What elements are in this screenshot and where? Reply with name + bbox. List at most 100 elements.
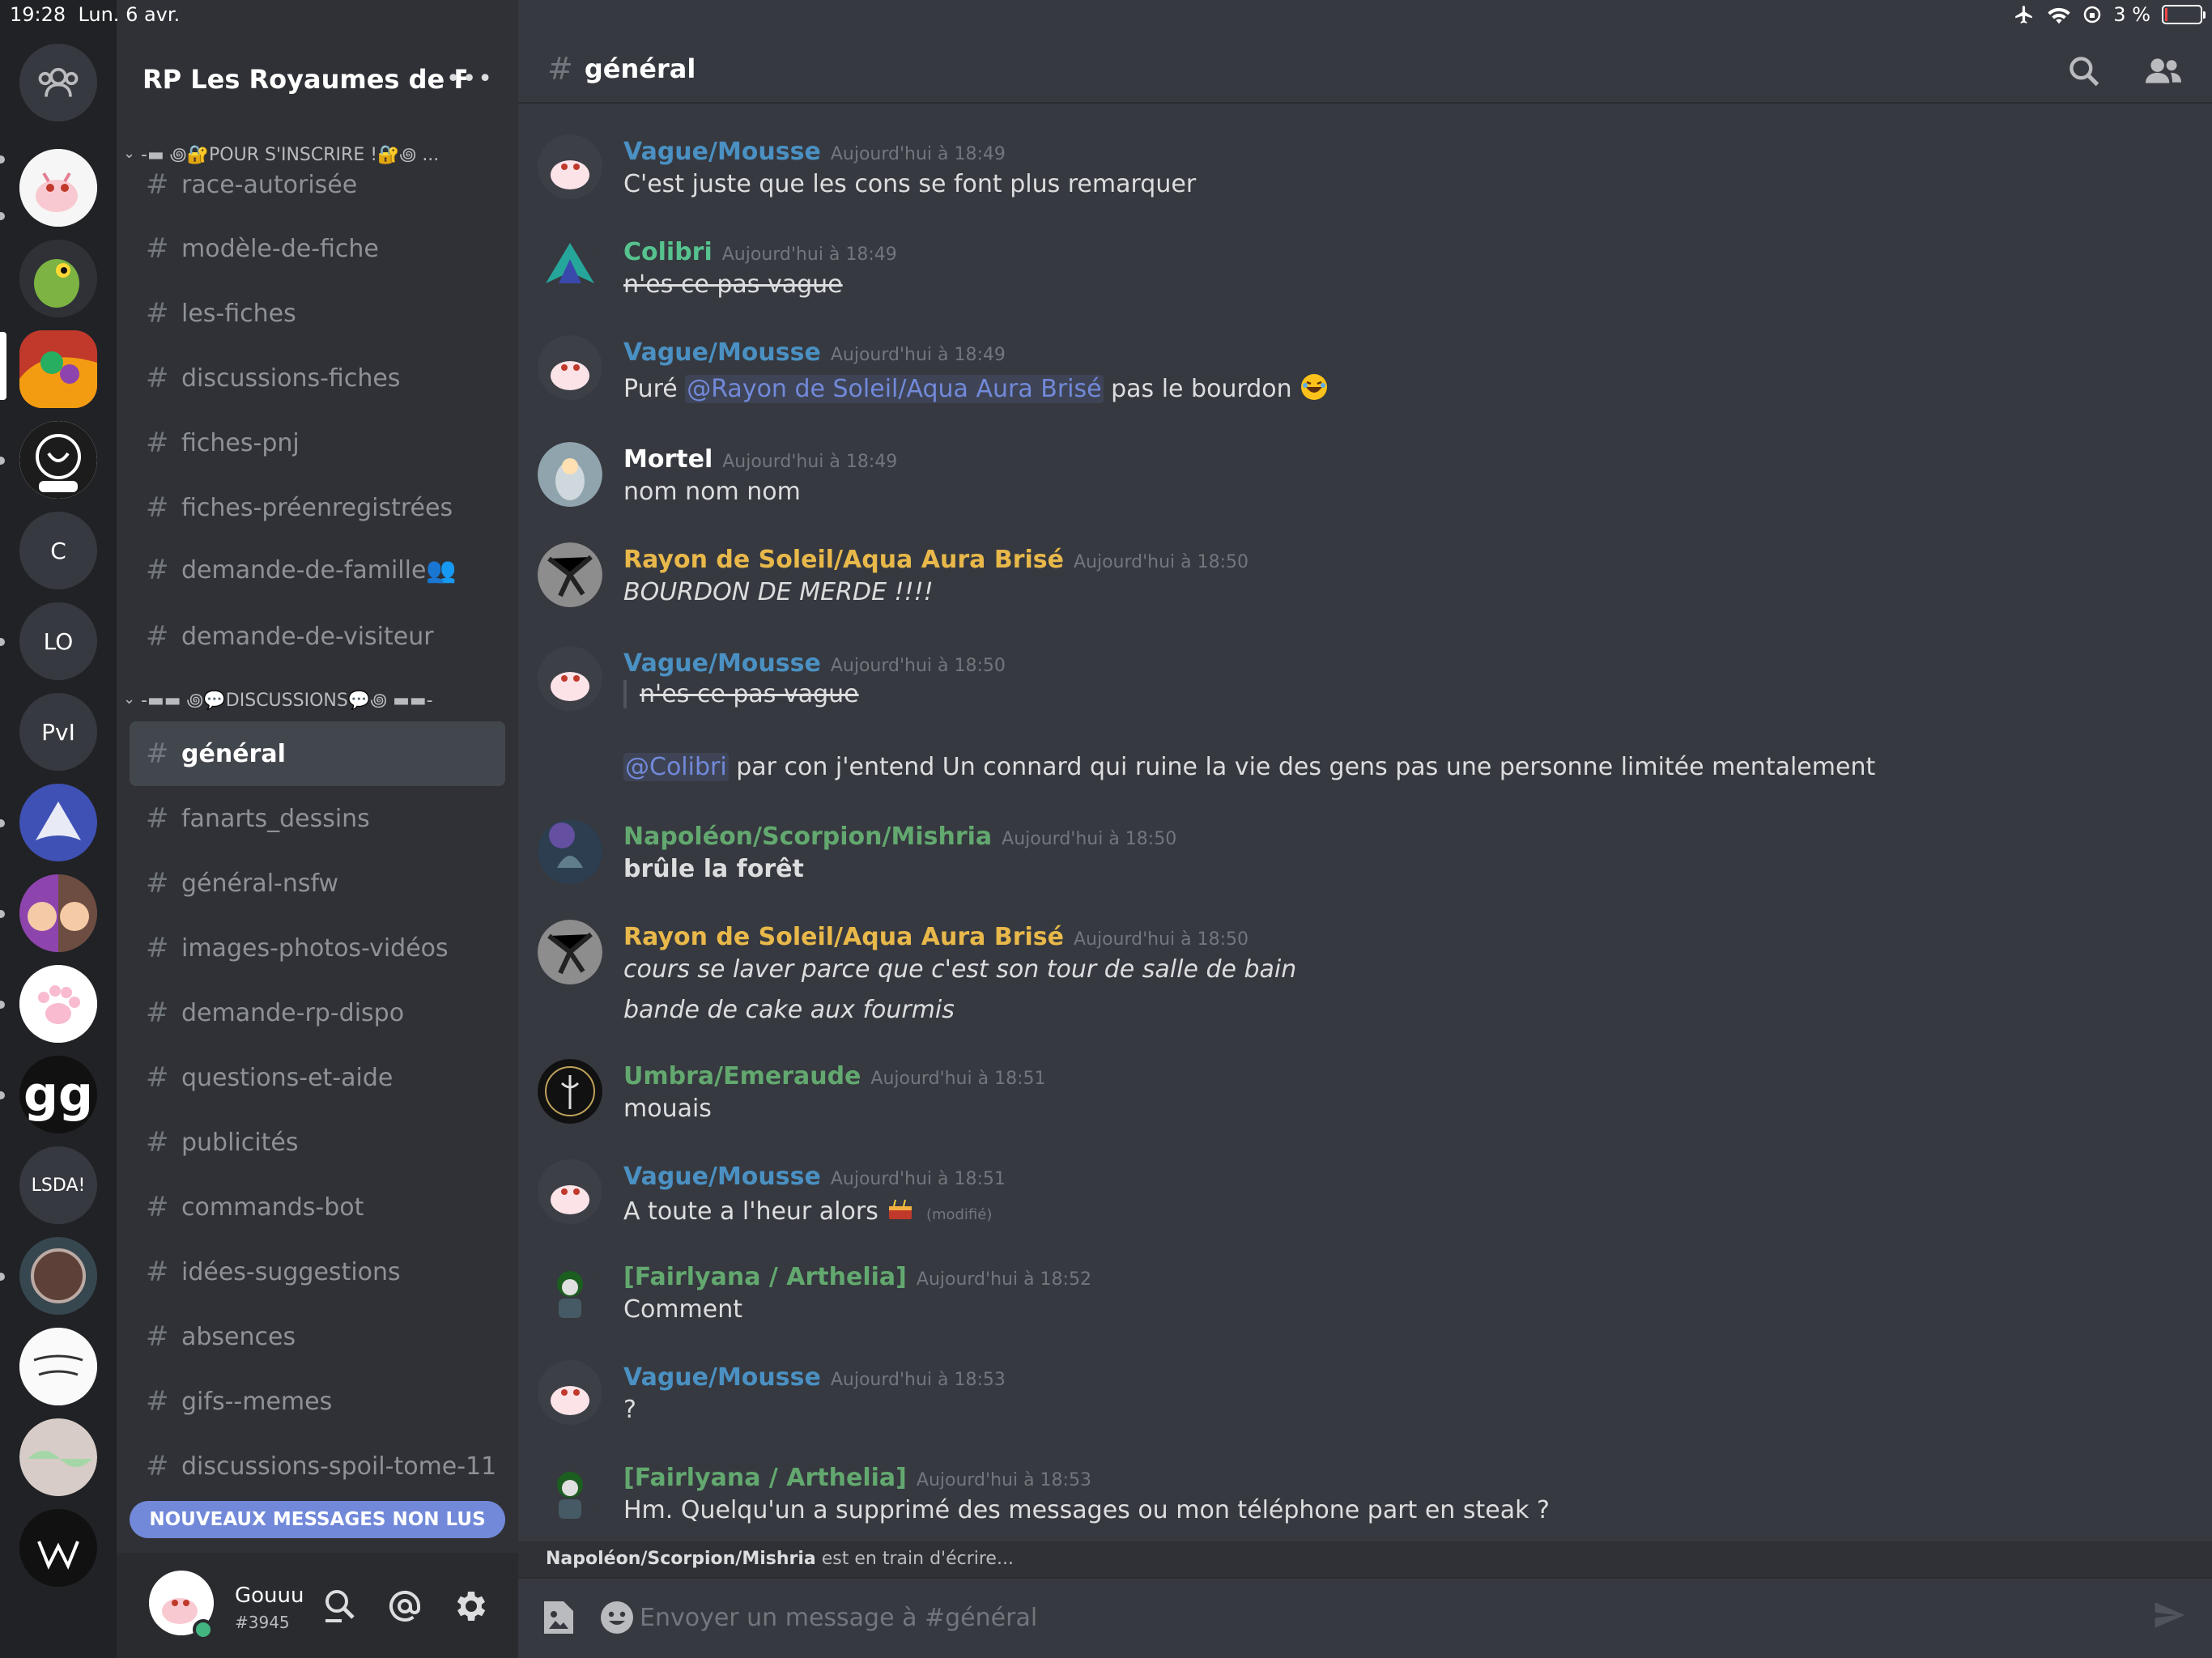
server-lolfr[interactable] bbox=[19, 421, 97, 499]
more-icon[interactable]: ••• bbox=[446, 65, 494, 93]
avatar[interactable] bbox=[538, 1260, 602, 1324]
username: Gouuu bbox=[235, 1584, 304, 1608]
server-pvi[interactable]: PvI bbox=[19, 693, 97, 771]
channel-modele-de-fiche[interactable]: # modèle-de-fiche bbox=[130, 216, 505, 281]
chevron-down-icon: ⌄ bbox=[123, 690, 136, 708]
unread-dot bbox=[0, 1001, 5, 1009]
unread-messages-banner[interactable]: NOUVEAUX MESSAGES NON LUS bbox=[130, 1501, 505, 1538]
category-discussions[interactable]: ⌄ -▬▬ ꩜💬DISCUSSIONS💬꩜ ▬▬- bbox=[123, 687, 433, 711]
message-author[interactable]: Rayon de Soleil/Aqua Aura Brisé Aujourd'h… bbox=[623, 546, 1249, 574]
message-author[interactable]: Umbra/Emeraude Aujourd'hui à 18:51 bbox=[623, 1062, 1045, 1090]
send-icon[interactable] bbox=[2152, 1598, 2191, 1637]
emoji-icon[interactable] bbox=[598, 1598, 636, 1637]
chat-header: # général bbox=[518, 36, 2212, 104]
settings-gear-icon[interactable] bbox=[450, 1587, 489, 1626]
server-w[interactable] bbox=[19, 1509, 97, 1587]
channel-publicites[interactable]: # publicités bbox=[130, 1110, 505, 1175]
message-timestamp: Aujourd'hui à 18:49 bbox=[830, 144, 1006, 164]
avatar[interactable] bbox=[538, 134, 602, 199]
server-lsda[interactable]: LSDA! bbox=[19, 1146, 97, 1224]
channel-general[interactable]: # général bbox=[130, 721, 505, 786]
hash-icon: # bbox=[146, 491, 169, 524]
chat-area: # général Vague/Mousse Aujourd'hui à 18:4… bbox=[518, 0, 2212, 1658]
message-quote: n'es ce pas vague bbox=[623, 680, 859, 708]
message-timestamp: Aujourd'hui à 18:50 bbox=[1002, 829, 1177, 849]
server-royaumes[interactable] bbox=[19, 330, 97, 408]
avatar[interactable] bbox=[538, 1159, 602, 1224]
avatar[interactable] bbox=[538, 646, 602, 711]
message-author[interactable]: Colibri Aujourd'hui à 18:49 bbox=[623, 238, 897, 266]
channel-race-autorisee[interactable]: # race-autorisée bbox=[130, 152, 505, 217]
mentions-icon[interactable] bbox=[385, 1587, 424, 1626]
message-timestamp: Aujourd'hui à 18:49 bbox=[830, 345, 1006, 365]
message-author[interactable]: Mortel Aujourd'hui à 18:49 bbox=[623, 445, 897, 474]
unread-dot bbox=[0, 212, 5, 220]
message-timestamp: Aujourd'hui à 18:51 bbox=[870, 1069, 1046, 1089]
server-lo[interactable]: LO bbox=[19, 602, 97, 680]
avatar[interactable] bbox=[538, 920, 602, 984]
server-two-characters[interactable] bbox=[19, 874, 97, 952]
message-text: nom nom nom bbox=[623, 478, 801, 506]
user-mention[interactable]: @Rayon de Soleil/Aqua Aura Brisé bbox=[685, 375, 1104, 403]
avatar[interactable] bbox=[538, 819, 602, 884]
channel-discussions-fiches[interactable]: # discussions-fiches bbox=[130, 346, 505, 410]
user-tag: #3945 bbox=[235, 1613, 290, 1632]
channel-demande-rp-dispo[interactable]: # demande-rp-dispo bbox=[130, 980, 505, 1045]
message-author[interactable]: [Fairlyana / Arthelia] Aujourd'hui à 18:5… bbox=[623, 1263, 1091, 1291]
avatar[interactable] bbox=[538, 1059, 602, 1124]
unread-dot bbox=[0, 819, 5, 827]
server-green-bird[interactable] bbox=[19, 240, 97, 317]
channel-discussions-spoil-tome-11[interactable]: # discussions-spoil-tome-11 bbox=[130, 1434, 505, 1499]
message-author[interactable]: Vague/Mousse Aujourd'hui à 18:50 bbox=[623, 649, 1006, 678]
message-timestamp: Aujourd'hui à 18:49 bbox=[721, 244, 897, 265]
channel-images-photos-videos[interactable]: # images-photos-vidéos bbox=[130, 916, 505, 980]
channel-demande-de-visiteur[interactable]: # demande-de-visiteur bbox=[130, 604, 505, 669]
channel-fiches-preenregistrees[interactable]: # fiches-préenregistrées bbox=[130, 475, 505, 540]
avatar[interactable] bbox=[538, 442, 602, 507]
guild-header[interactable]: RP Les Royaumes de F... ••• bbox=[117, 45, 518, 113]
attach-image-icon[interactable] bbox=[541, 1598, 580, 1637]
server-c[interactable]: C bbox=[19, 512, 97, 589]
message-author[interactable]: Rayon de Soleil/Aqua Aura Brisé Aujourd'h… bbox=[623, 923, 1249, 951]
avatar[interactable] bbox=[538, 542, 602, 607]
channel-gifs-memes[interactable]: # gifs--memes bbox=[130, 1369, 505, 1434]
friends-home-icon[interactable] bbox=[19, 44, 97, 121]
hash-icon: # bbox=[146, 1320, 169, 1353]
message-input[interactable] bbox=[640, 1595, 2097, 1640]
channel-questions-et-aide[interactable]: # questions-et-aide bbox=[130, 1045, 505, 1110]
server-map[interactable] bbox=[19, 1418, 97, 1496]
channel-fanarts-dessins[interactable]: # fanarts_dessins bbox=[130, 786, 505, 851]
search-user-icon[interactable] bbox=[321, 1587, 359, 1626]
channel-demande-de-famille[interactable]: # demande-de-famille👥 bbox=[130, 538, 505, 602]
message-author[interactable]: Napoléon/Scorpion/Mishria Aujourd'hui à 1… bbox=[623, 823, 1176, 851]
avatar[interactable] bbox=[538, 335, 602, 400]
search-icon[interactable] bbox=[2066, 53, 2102, 89]
message-author[interactable]: [Fairlyana / Arthelia] Aujourd'hui à 18:5… bbox=[623, 1464, 1091, 1492]
channel-general-nsfw[interactable]: # général-nsfw bbox=[130, 851, 505, 916]
server-emblem[interactable] bbox=[19, 1237, 97, 1315]
server-zigotos[interactable] bbox=[19, 1328, 97, 1405]
laughing-emoji-icon bbox=[1301, 374, 1328, 400]
channel-fiches-pnj[interactable]: # fiches-pnj bbox=[130, 410, 505, 475]
server-gg[interactable]: gg bbox=[19, 1056, 97, 1133]
avatar[interactable] bbox=[538, 235, 602, 300]
channel-idees-suggestions[interactable]: # idées-suggestions bbox=[130, 1239, 505, 1304]
message-text: cours se laver parce que c'est son tour … bbox=[623, 955, 1297, 984]
server-pink-creature[interactable] bbox=[19, 149, 97, 227]
unread-dot bbox=[0, 457, 5, 465]
channel-les-fiches[interactable]: # les-fiches bbox=[130, 281, 505, 346]
message-author[interactable]: Vague/Mousse Aujourd'hui à 18:53 bbox=[623, 1363, 1006, 1392]
message-author[interactable]: Vague/Mousse Aujourd'hui à 18:51 bbox=[623, 1163, 1006, 1191]
server-paw[interactable] bbox=[19, 965, 97, 1043]
avatar[interactable] bbox=[538, 1360, 602, 1425]
message-timestamp: Aujourd'hui à 18:51 bbox=[830, 1169, 1006, 1189]
message-author[interactable]: Vague/Mousse Aujourd'hui à 18:49 bbox=[623, 338, 1006, 367]
members-icon[interactable] bbox=[2144, 53, 2181, 89]
channel-commands-bot[interactable]: # commands-bot bbox=[130, 1175, 505, 1239]
channel-absences[interactable]: # absences bbox=[130, 1304, 505, 1369]
avatar[interactable] bbox=[538, 1460, 602, 1525]
server-blue-wolf[interactable] bbox=[19, 784, 97, 861]
user-mention[interactable]: @Colibri bbox=[623, 753, 729, 781]
channel-title: général bbox=[584, 53, 696, 84]
message-author[interactable]: Vague/Mousse Aujourd'hui à 18:49 bbox=[623, 138, 1006, 166]
